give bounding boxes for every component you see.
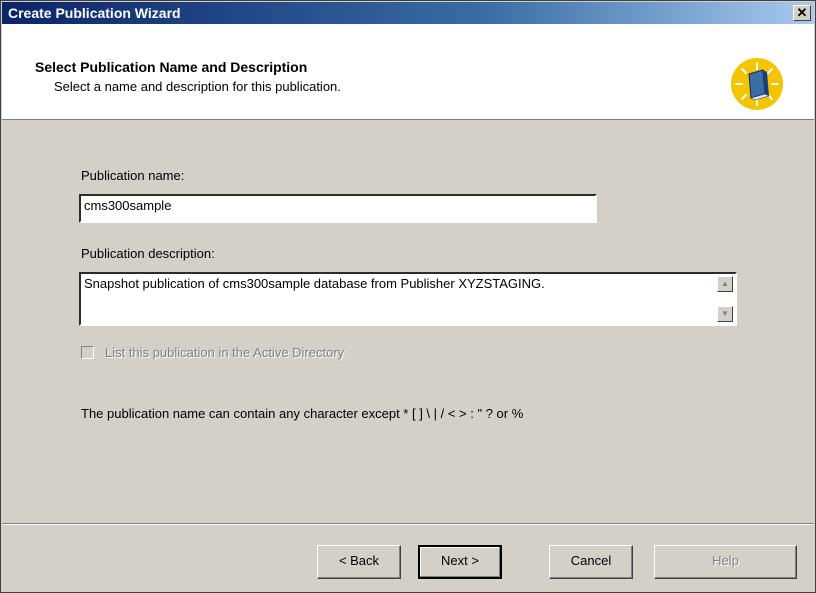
publication-description-value: Snapshot publication of cms300sample dat… bbox=[84, 276, 545, 291]
publication-book-icon bbox=[731, 58, 783, 110]
wizard-window: Create Publication Wizard ✕ Select Publi… bbox=[0, 0, 816, 593]
next-button-label: Next > bbox=[441, 553, 479, 568]
active-directory-checkbox[interactable] bbox=[81, 346, 94, 359]
next-button[interactable]: Next > bbox=[418, 545, 502, 579]
publication-name-note-text: The publication name can contain any cha… bbox=[81, 406, 524, 421]
back-button-label: < Back bbox=[338, 553, 380, 568]
cancel-button[interactable]: Cancel bbox=[549, 545, 633, 579]
title-bar[interactable]: Create Publication Wizard ✕ bbox=[2, 2, 814, 24]
publication-description-label: Publication description: bbox=[81, 246, 215, 261]
publication-name-label: Publication name: bbox=[81, 168, 184, 183]
header-title: Select Publication Name and Description bbox=[35, 59, 308, 75]
window-title: Create Publication Wizard bbox=[8, 5, 181, 21]
description-scroll-down-button[interactable]: ▼ bbox=[717, 306, 733, 322]
wizard-header: Select Publication Name and Description … bbox=[2, 24, 814, 120]
publication-name-label-text: Publication name: bbox=[81, 168, 185, 183]
close-icon: ✕ bbox=[796, 5, 808, 20]
publication-description-label-text: Publication description: bbox=[81, 246, 215, 261]
footer-divider bbox=[2, 523, 814, 525]
publication-name-input[interactable]: cms300sample bbox=[79, 194, 597, 223]
header-subtitle: Select a name and description for this p… bbox=[54, 79, 341, 94]
cancel-button-label: Cancel bbox=[570, 553, 612, 568]
publication-description-input[interactable]: Snapshot publication of cms300sample dat… bbox=[79, 272, 737, 326]
back-button[interactable]: < Back bbox=[317, 545, 401, 579]
help-button-label: Help bbox=[712, 553, 739, 568]
publication-name-value: cms300sample bbox=[84, 198, 172, 213]
help-button[interactable]: Help bbox=[654, 545, 797, 579]
active-directory-label: List this publication in the Active Dire… bbox=[105, 345, 344, 360]
publication-name-note: The publication name can contain any cha… bbox=[81, 406, 523, 421]
active-directory-label-text: List this publication in the Active Dire… bbox=[105, 345, 345, 360]
description-scroll-up-button[interactable]: ▲ bbox=[717, 276, 733, 292]
close-button[interactable]: ✕ bbox=[793, 5, 811, 21]
